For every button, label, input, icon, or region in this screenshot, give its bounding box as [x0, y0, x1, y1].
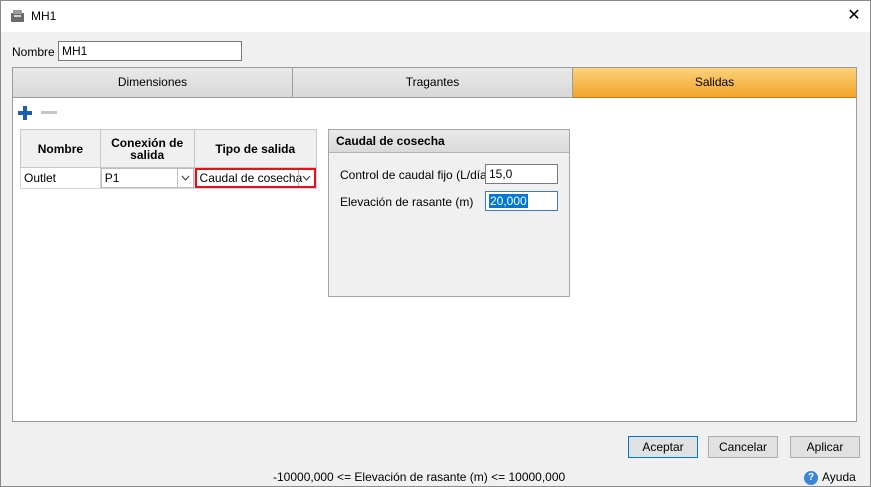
tab-tragantes[interactable]: Tragantes — [293, 68, 573, 98]
minus-icon[interactable] — [40, 105, 58, 121]
status-text: -10000,000 <= Elevación de rasante (m) <… — [273, 470, 566, 484]
cancel-button[interactable]: Cancelar — [708, 436, 778, 458]
cell-nombre[interactable]: Outlet — [21, 169, 100, 187]
elevacion-rasante-label: Elevación de rasante (m) — [340, 195, 474, 209]
conexion-dropdown[interactable]: P1 — [100, 168, 194, 188]
name-label: Nombre — [12, 45, 55, 59]
help-icon: ? — [804, 470, 818, 485]
tipo-dropdown[interactable]: Caudal de cosecha — [194, 168, 316, 188]
tab-dimensiones[interactable]: Dimensiones — [13, 68, 293, 98]
control-caudal-label: Control de caudal fijo (L/día) — [340, 168, 491, 182]
elevacion-rasante-input[interactable]: 20,000 — [485, 191, 558, 211]
outlets-grid: Nombre Conexión de salida Tipo de salida… — [20, 129, 318, 203]
app-icon — [11, 10, 24, 22]
plus-icon[interactable] — [17, 105, 33, 121]
close-icon: ✕ — [847, 7, 861, 24]
apply-button[interactable]: Aplicar — [790, 436, 860, 458]
chevron-down-icon[interactable] — [298, 170, 314, 186]
table-row[interactable]: Outlet P1 Caudal de cosecha — [20, 167, 318, 189]
help-link[interactable]: ? Ayuda — [804, 470, 856, 485]
conexion-value: P1 — [104, 171, 120, 185]
elevacion-rasante-value: 20,000 — [489, 194, 528, 208]
panel-title: Caudal de cosecha — [329, 130, 569, 153]
dialog-window: MH1 ✕ Nombre MH1 Dimensiones Tragantes S… — [0, 0, 871, 487]
tab-control: Dimensiones Tragantes Salidas Nombre Con… — [12, 67, 857, 422]
window-title: MH1 — [31, 9, 57, 23]
title-bar: MH1 ✕ — [1, 1, 870, 32]
column-header-nombre[interactable]: Nombre — [20, 129, 101, 168]
name-input[interactable]: MH1 — [58, 41, 242, 61]
accept-button[interactable]: Aceptar — [628, 436, 698, 458]
caudal-de-cosecha-panel: Caudal de cosecha Control de caudal fijo… — [328, 129, 570, 297]
tipo-value: Caudal de cosecha — [199, 171, 303, 185]
control-caudal-input[interactable]: 15,0 — [485, 164, 558, 184]
chevron-down-icon[interactable] — [176, 169, 193, 187]
tab-salidas[interactable]: Salidas — [573, 68, 856, 98]
help-label: Ayuda — [822, 470, 856, 484]
close-button[interactable]: ✕ — [843, 6, 865, 26]
column-header-conexion[interactable]: Conexión de salida — [99, 129, 195, 168]
column-header-tipo[interactable]: Tipo de salida — [193, 129, 318, 168]
